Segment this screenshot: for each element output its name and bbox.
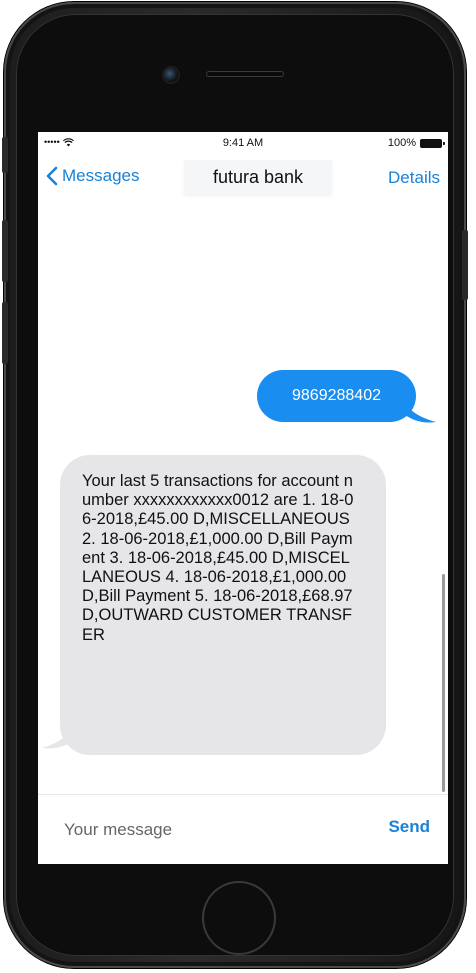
contact-name: futura bank	[184, 160, 332, 194]
back-button-label: Messages	[62, 166, 140, 185]
sent-message-bubble: 9869288402	[257, 370, 416, 422]
status-time: 9:41 AM	[222, 137, 264, 149]
navigation-bar: Messages futura bank Details	[38, 154, 448, 202]
front-camera	[164, 68, 178, 82]
details-button[interactable]: Details	[388, 168, 440, 188]
message-thread[interactable]: 9869288402 Your last 5 transactions for …	[38, 202, 448, 794]
home-button[interactable]	[202, 881, 276, 955]
battery-percent: 100%	[387, 137, 416, 149]
battery-indicator: 100%	[387, 137, 445, 149]
back-button[interactable]: Messages	[46, 166, 139, 186]
phone-screen: ••••• 9:41 AM 100% Messages futura bank …	[38, 132, 448, 864]
earpiece-speaker	[206, 71, 284, 77]
volume-up-button	[2, 220, 8, 282]
compose-bar: Send	[38, 794, 448, 864]
message-input[interactable]	[62, 815, 366, 845]
status-bar: ••••• 9:41 AM 100%	[38, 132, 448, 154]
scrollbar[interactable]	[442, 574, 445, 792]
mute-switch	[2, 137, 8, 173]
volume-down-button	[2, 302, 8, 364]
sent-bubble-tail	[402, 398, 436, 423]
battery-icon	[420, 138, 445, 148]
power-button	[462, 230, 468, 300]
received-bubble-tail	[42, 722, 76, 749]
send-button[interactable]: Send	[388, 817, 430, 837]
chevron-left-icon	[46, 166, 58, 186]
received-message-bubble: Your last 5 transactions for account num…	[60, 455, 386, 755]
